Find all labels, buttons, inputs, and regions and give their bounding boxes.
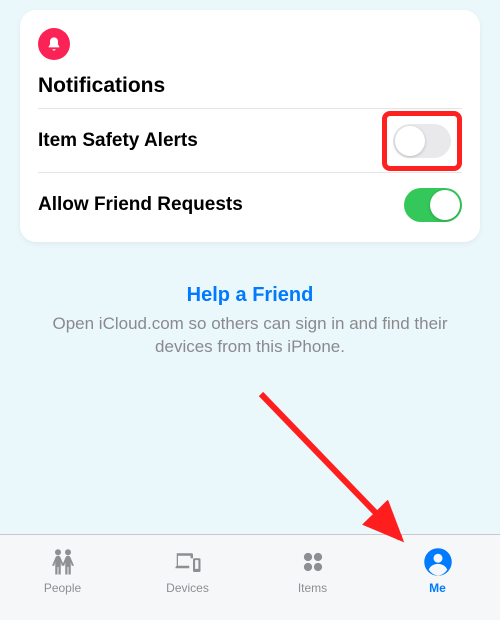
toggle-item-safety-alerts[interactable] xyxy=(393,124,451,158)
tab-label: People xyxy=(44,581,81,595)
tab-me[interactable]: Me xyxy=(398,547,478,595)
tab-devices[interactable]: Devices xyxy=(148,547,228,595)
items-icon xyxy=(298,547,328,577)
help-a-friend-link[interactable]: Help a Friend xyxy=(30,284,470,307)
row-label: Allow Friend Requests xyxy=(38,194,243,216)
tab-label: Items xyxy=(298,581,327,595)
row-allow-friend-requests: Allow Friend Requests xyxy=(38,172,462,236)
devices-icon xyxy=(173,547,203,577)
help-text: Open iCloud.com so others can sign in an… xyxy=(30,313,470,359)
me-icon xyxy=(423,547,453,577)
tab-label: Me xyxy=(429,581,446,595)
bell-icon xyxy=(38,28,70,60)
help-block: Help a Friend Open iCloud.com so others … xyxy=(0,284,500,359)
row-label: Item Safety Alerts xyxy=(38,130,198,152)
tab-bar: People Devices Items Me xyxy=(0,534,500,620)
toggle-allow-friend-requests[interactable] xyxy=(404,188,462,222)
tab-label: Devices xyxy=(166,581,209,595)
tab-items[interactable]: Items xyxy=(273,547,353,595)
notifications-card: Notifications Item Safety Alerts Allow F… xyxy=(20,10,480,242)
people-icon xyxy=(48,547,78,577)
row-item-safety-alerts: Item Safety Alerts xyxy=(38,108,462,172)
section-title: Notifications xyxy=(38,74,462,98)
tab-people[interactable]: People xyxy=(23,547,103,595)
toggle-knob xyxy=(395,126,425,156)
highlight-box xyxy=(382,111,462,171)
toggle-knob xyxy=(430,190,460,220)
